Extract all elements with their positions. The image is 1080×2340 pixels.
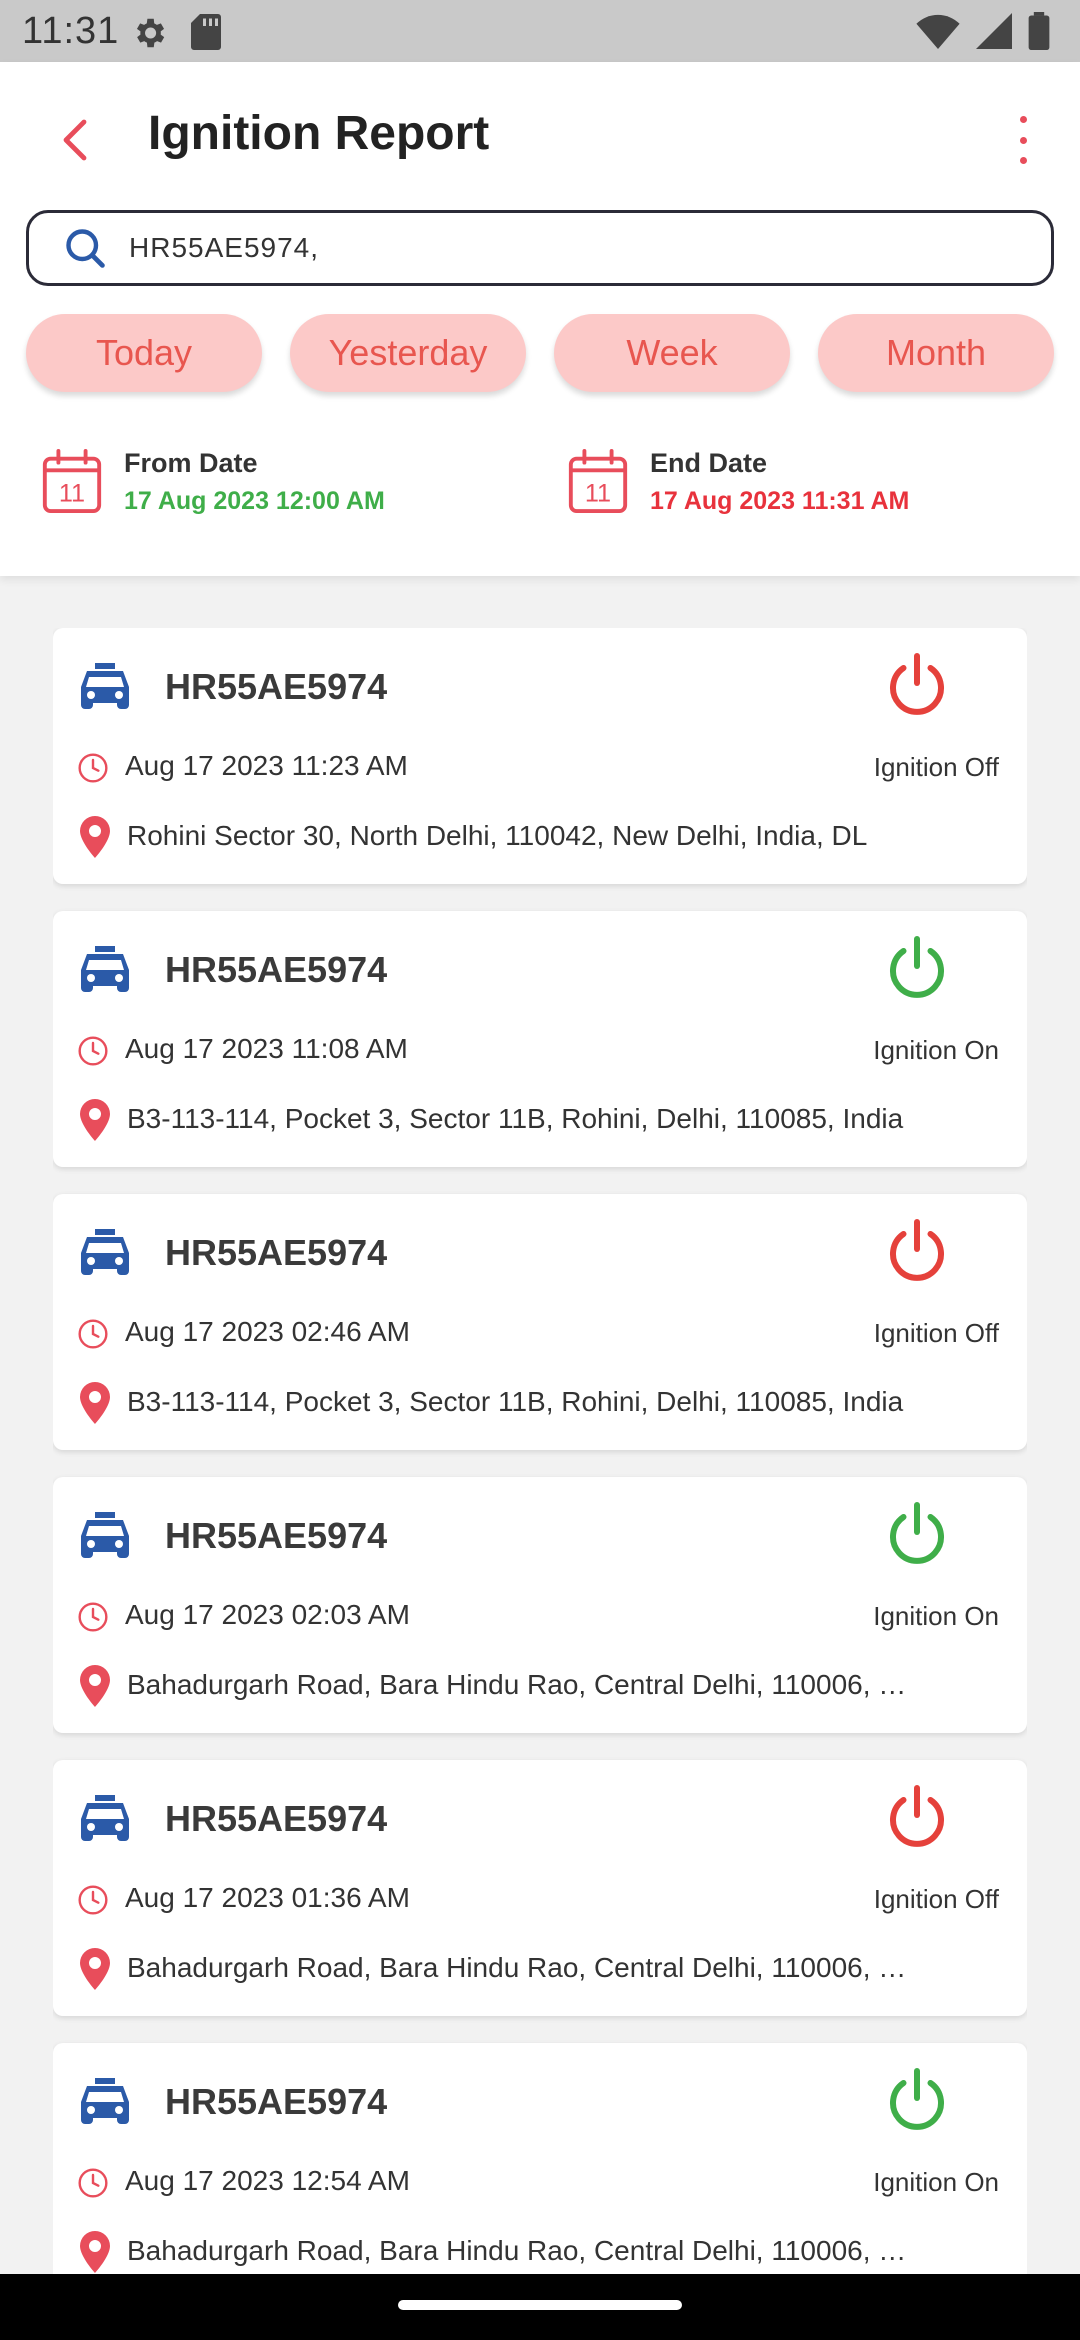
more-dot [1019,136,1027,144]
report-card[interactable]: HR55AE5974 Aug 17 2023 02:46 AM Ignition… [53,1194,1027,1450]
end-date-value: 17 Aug 2023 11:31 AM [650,487,910,515]
clock-icon [78,2168,108,2198]
report-address: Bahadurgarh Road, Bara Hindu Rao, Centra… [127,1952,907,1983]
report-address: Bahadurgarh Road, Bara Hindu Rao, Centra… [127,2235,907,2266]
report-time: Aug 17 2023 12:54 AM [125,2165,410,2196]
battery-icon [1028,12,1050,50]
calendar-icon: 11 [42,449,102,514]
car-icon [81,1795,129,1841]
page-title: Ignition Report [148,107,490,160]
location-pin-icon [80,816,110,858]
report-time: Aug 17 2023 11:08 AM [125,1033,408,1064]
search-input-value[interactable]: HR55AE5974, [129,232,319,264]
ignition-status: Ignition Off [873,1884,999,1914]
location-pin-icon [80,1665,110,1707]
back-button[interactable] [52,110,96,170]
location-pin-icon [80,1382,110,1424]
svg-text:11: 11 [585,479,611,507]
ignition-status: Ignition On [873,1035,999,1065]
signal-icon [976,13,1012,49]
end-date-label: End Date [650,448,768,478]
clock-icon [78,753,108,783]
more-options-button[interactable] [1008,110,1038,170]
vehicle-number: HR55AE5974 [165,1515,388,1556]
report-address: Bahadurgarh Road, Bara Hindu Rao, Centra… [127,1669,907,1700]
report-time: Aug 17 2023 01:36 AM [125,1882,410,1913]
car-icon [81,663,129,709]
ignition-status: Ignition Off [873,752,999,782]
location-pin-icon [80,1099,110,1141]
report-time: Aug 17 2023 02:46 AM [125,1316,410,1347]
clock-icon [78,1036,108,1066]
from-date-picker[interactable]: 11 From Date 17 Aug 2023 12:00 AM [40,448,385,516]
report-address: B3-113-114, Pocket 3, Sector 11B, Rohini… [127,1386,904,1417]
calendar-icon: 11 [568,449,628,514]
report-card[interactable]: HR55AE5974 Aug 17 2023 12:54 AM Ignition… [53,2043,1027,2274]
power-on-icon [890,2068,944,2130]
car-icon [81,1512,129,1558]
power-on-icon [890,1502,944,1564]
report-time: Aug 17 2023 11:23 AM [125,750,408,781]
end-date-picker[interactable]: 11 End Date 17 Aug 2023 11:31 AM [566,448,909,516]
filter-week-button[interactable]: Week [554,314,790,392]
date-filter-group: Today Yesterday Week Month [26,314,1054,392]
vehicle-number: HR55AE5974 [165,949,388,990]
power-off-icon [890,653,944,715]
filter-today-button[interactable]: Today [26,314,262,392]
report-time: Aug 17 2023 02:03 AM [125,1599,410,1630]
more-dot [1019,157,1027,164]
power-off-icon [890,1219,944,1281]
car-icon [81,2078,129,2124]
ignition-status: Ignition Off [873,1318,999,1348]
report-card[interactable]: HR55AE5974 Aug 17 2023 01:36 AM Ignition… [53,1760,1027,2016]
chevron-left-icon [63,119,87,161]
power-off-icon [890,1785,944,1847]
svg-text:11: 11 [59,479,85,507]
ignition-status: Ignition On [873,2167,999,2197]
report-card[interactable]: HR55AE5974 Aug 17 2023 02:03 AM Ignition… [53,1477,1027,1733]
vehicle-number: HR55AE5974 [165,1232,388,1273]
vehicle-search-field[interactable]: HR55AE5974, [26,210,1054,286]
from-date-label: From Date [124,448,258,478]
report-header: Ignition Report HR55AE5974, Today Yester… [0,62,1080,576]
from-date-value: 17 Aug 2023 12:00 AM [124,487,385,515]
report-card[interactable]: HR55AE5974 Aug 17 2023 11:08 AM Ignition… [53,911,1027,1167]
wifi-icon [916,14,960,49]
clock-icon [78,1602,108,1632]
vehicle-number: HR55AE5974 [165,2081,388,2122]
report-card[interactable]: HR55AE5974 Aug 17 2023 11:23 AM Ignition… [53,628,1027,884]
power-on-icon [890,936,944,998]
sd-card-icon [191,14,221,50]
more-dot [1019,116,1027,123]
status-bar: 11:31 [0,0,1080,62]
filter-yesterday-button[interactable]: Yesterday [290,314,526,392]
car-icon [81,1229,129,1275]
clock-icon [78,1885,108,1915]
ignition-status: Ignition On [873,1601,999,1631]
vehicle-number: HR55AE5974 [165,666,388,707]
filter-month-button[interactable]: Month [818,314,1054,392]
search-icon [66,229,105,268]
settings-icon [136,18,165,48]
report-address: B3-113-114, Pocket 3, Sector 11B, Rohini… [127,1103,904,1134]
vehicle-number: HR55AE5974 [165,1798,388,1839]
report-address: Rohini Sector 30, North Delhi, 110042, N… [127,820,868,851]
status-time: 11:31 [22,10,120,52]
ignition-report-list[interactable]: HR55AE5974 Aug 17 2023 11:23 AM Ignition… [53,628,1027,2274]
location-pin-icon [80,1948,110,1990]
system-navigation-bar [0,2274,1080,2340]
location-pin-icon [80,2231,110,2273]
clock-icon [78,1319,108,1349]
car-icon [81,946,129,992]
home-gesture-handle[interactable] [398,2300,682,2310]
